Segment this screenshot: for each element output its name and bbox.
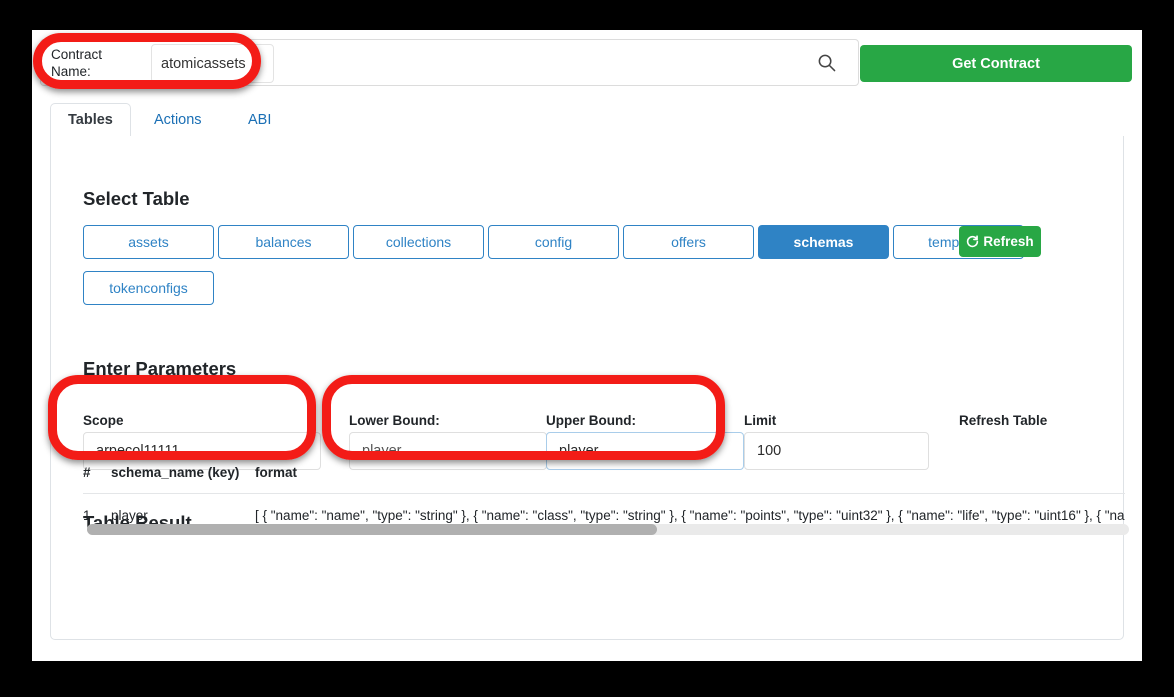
table-button-collections[interactable]: collections — [353, 225, 484, 259]
search-icon[interactable] — [817, 53, 836, 72]
lower-bound-label: Lower Bound: — [349, 413, 440, 428]
page-container: Contract Name: Get Contract Tables Actio… — [32, 30, 1142, 661]
table-button-assets[interactable]: assets — [83, 225, 214, 259]
contract-name-label: Contract Name: — [51, 47, 103, 79]
scope-label: Scope — [83, 413, 124, 428]
enter-parameters-heading: Enter Parameters — [83, 358, 237, 379]
tab-abi[interactable]: ABI — [230, 103, 289, 137]
column-header-schema: schema_name (key) — [111, 461, 255, 494]
get-contract-button[interactable]: Get Contract — [860, 45, 1132, 82]
result-table-scroll-area[interactable]: # schema_name (key) format 1 player [ { … — [83, 461, 1125, 552]
table-header-row: # schema_name (key) format — [83, 461, 1125, 494]
tables-panel: Select Table assets balances collections… — [50, 136, 1129, 640]
column-header-index: # — [83, 461, 111, 494]
table-button-config[interactable]: config — [488, 225, 619, 259]
refresh-button[interactable]: Refresh — [959, 226, 1041, 257]
column-header-format: format — [255, 461, 1125, 494]
contract-search-bar[interactable]: Contract Name: — [40, 39, 859, 86]
table-button-tokenconfigs[interactable]: tokenconfigs — [83, 271, 214, 305]
table-button-schemas[interactable]: schemas — [758, 225, 889, 259]
select-table-heading: Select Table — [83, 188, 190, 209]
table-button-offers[interactable]: offers — [623, 225, 754, 259]
refresh-table-label: Refresh Table — [959, 413, 1048, 428]
tab-actions[interactable]: Actions — [136, 103, 220, 137]
limit-label: Limit — [744, 413, 777, 428]
table-button-balances[interactable]: balances — [218, 225, 349, 259]
horizontal-scrollbar-track[interactable] — [87, 524, 1129, 535]
tab-tables[interactable]: Tables — [50, 103, 131, 137]
horizontal-scrollbar-thumb[interactable] — [87, 524, 657, 535]
upper-bound-label: Upper Bound: — [546, 413, 636, 428]
tab-bar: Tables Actions ABI — [50, 103, 1124, 137]
contract-name-input[interactable] — [151, 44, 274, 83]
screenshot-frame: Contract Name: Get Contract Tables Actio… — [0, 0, 1174, 697]
refresh-button-label: Refresh — [983, 234, 1034, 249]
refresh-icon — [966, 235, 979, 248]
